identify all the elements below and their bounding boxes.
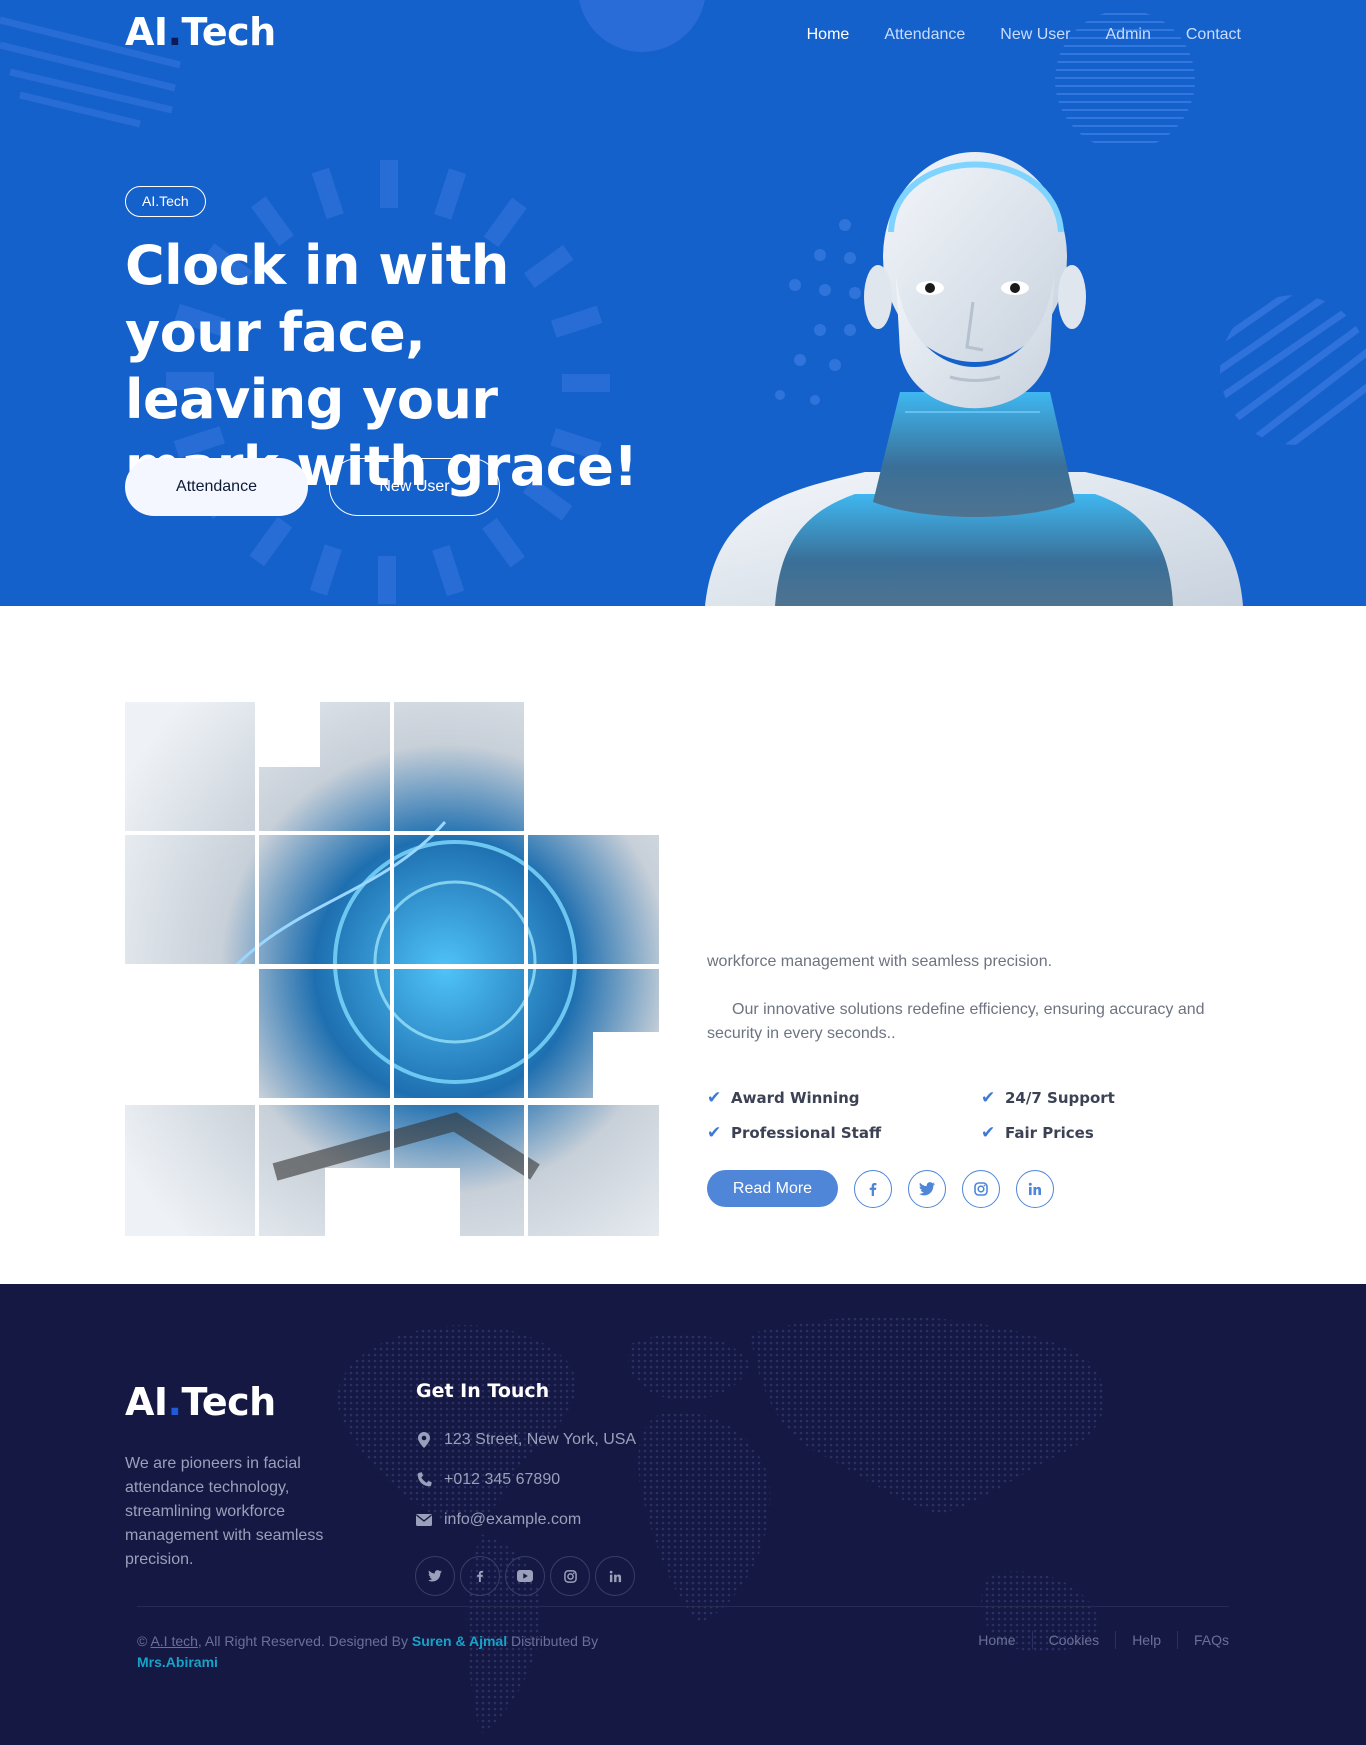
- footer-link-help[interactable]: Help: [1115, 1631, 1177, 1649]
- feature-item: ✔ Award Winning: [707, 1088, 860, 1108]
- instagram-icon[interactable]: [962, 1170, 1000, 1208]
- footer-divider: [137, 1606, 1229, 1607]
- nav-attendance[interactable]: Attendance: [884, 26, 965, 44]
- check-icon: ✔: [981, 1088, 996, 1108]
- footer-link-faqs[interactable]: FAQs: [1176, 1631, 1229, 1649]
- copyright-text: © A.I tech, All Right Reserved. Designed…: [137, 1633, 599, 1670]
- copyright-link[interactable]: A.I tech: [150, 1633, 197, 1649]
- distributor-link[interactable]: Mrs.Abirami: [137, 1654, 218, 1670]
- footer-links: Home Cookies Help FAQs: [962, 1631, 1229, 1649]
- hero-badge: AI.Tech: [125, 186, 206, 217]
- nav-new-user[interactable]: New User: [1000, 26, 1070, 44]
- linkedin-icon[interactable]: [595, 1556, 635, 1596]
- footer-social-links: [415, 1556, 635, 1596]
- nav-home[interactable]: Home: [807, 26, 850, 44]
- footer-phone: +012 345 67890: [416, 1471, 560, 1489]
- navbar: AI.Tech Home Attendance New User Admin C…: [125, 0, 1241, 78]
- robot-mosaic-image: [125, 702, 659, 1236]
- feature-item: ✔ Fair Prices: [981, 1123, 1094, 1143]
- feature-item: ✔ 24/7 Support: [981, 1088, 1115, 1108]
- attendance-button[interactable]: Attendance: [125, 458, 308, 516]
- feature-item: ✔ Professional Staff: [707, 1123, 882, 1143]
- feature-list: ✔ Award Winning ✔ 24/7 Support ✔ Profession…: [707, 1088, 1237, 1148]
- footer: AI.Tech We are pioneers in facial attend…: [0, 1284, 1366, 1745]
- youtube-icon[interactable]: [505, 1556, 545, 1596]
- about-paragraph-1: workforce management with seamless preci…: [707, 953, 1053, 970]
- robot-image: [705, 152, 1243, 606]
- about-text: workforce management with seamless preci…: [707, 950, 1237, 1046]
- footer-address: 123 Street, New York, USA: [416, 1431, 636, 1449]
- check-icon: ✔: [707, 1123, 722, 1143]
- linkedin-icon[interactable]: [1016, 1170, 1054, 1208]
- facebook-icon[interactable]: [460, 1556, 500, 1596]
- twitter-icon[interactable]: [415, 1556, 455, 1596]
- footer-email: info@example.com: [416, 1511, 581, 1529]
- envelope-icon: [416, 1514, 432, 1526]
- brand-logo[interactable]: AI.Tech: [125, 10, 276, 54]
- twitter-icon[interactable]: [908, 1170, 946, 1208]
- designer-link[interactable]: Suren & Ajmal: [412, 1633, 507, 1649]
- nav-admin[interactable]: Admin: [1106, 26, 1151, 44]
- facebook-icon[interactable]: [854, 1170, 892, 1208]
- about-paragraph-2: Our innovative solutions redefine effici…: [707, 1001, 1205, 1042]
- footer-link-home[interactable]: Home: [962, 1631, 1031, 1649]
- check-icon: ✔: [981, 1123, 996, 1143]
- about-social-links: [854, 1170, 1054, 1208]
- read-more-button[interactable]: Read More: [707, 1170, 838, 1207]
- phone-icon: [416, 1472, 432, 1488]
- footer-brand-logo[interactable]: AI.Tech: [125, 1380, 276, 1424]
- check-icon: ✔: [707, 1088, 722, 1108]
- map-marker-icon: [416, 1432, 432, 1448]
- new-user-button[interactable]: New User: [329, 458, 500, 516]
- instagram-icon[interactable]: [550, 1556, 590, 1596]
- footer-about-text: We are pioneers in facial attendance tec…: [125, 1455, 324, 1568]
- footer-link-cookies[interactable]: Cookies: [1031, 1631, 1116, 1649]
- nav-contact[interactable]: Contact: [1186, 26, 1241, 44]
- hero-section: AI.Tech Home Attendance New User Admin C…: [0, 0, 1366, 606]
- main-nav: Home Attendance New User Admin Contact: [772, 26, 1241, 44]
- get-in-touch-title: Get In Touch: [416, 1380, 550, 1402]
